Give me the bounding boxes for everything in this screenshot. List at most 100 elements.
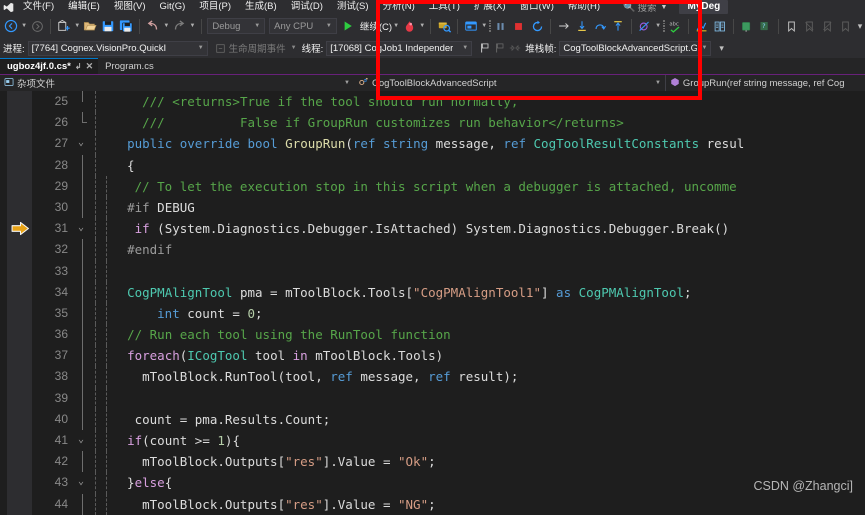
menu-window[interactable]: 窗口(W)	[513, 0, 561, 14]
menu-file[interactable]: 文件(F)	[16, 0, 61, 14]
code-line[interactable]: 37 foreach(ICogTool tool in mToolBlock.T…	[32, 345, 865, 367]
redo-chevron-icon[interactable]: ▼	[188, 15, 196, 37]
fold-margin[interactable]	[74, 387, 90, 409]
fold-margin[interactable]: ⌄	[74, 472, 90, 493]
window-layout-icon[interactable]	[462, 15, 480, 37]
fold-margin[interactable]	[74, 281, 90, 303]
code-line[interactable]: 30 #if DEBUG	[32, 196, 865, 219]
code-line[interactable]: 33	[32, 260, 865, 282]
step-out-icon[interactable]	[609, 15, 627, 37]
hot-reload-icon[interactable]	[400, 15, 418, 37]
flag-thread-icon[interactable]	[477, 37, 492, 59]
redo-icon[interactable]	[170, 15, 188, 37]
new-project-chevron-icon[interactable]: ▼	[73, 15, 81, 37]
memory-icon[interactable]	[711, 15, 729, 37]
close-tab-icon[interactable]: ✕	[86, 61, 94, 72]
fold-margin[interactable]	[74, 260, 90, 282]
continue-chevron-icon[interactable]: ▼	[392, 15, 400, 37]
menu-git[interactable]: Git(G)	[152, 0, 192, 14]
back-navigate-icon[interactable]	[2, 15, 20, 37]
spellcheck-icon[interactable]: abc	[666, 15, 684, 37]
chevron-down-icon[interactable]: ⌄	[78, 223, 84, 233]
fold-margin[interactable]: ⌄	[74, 133, 90, 154]
project-dropdown[interactable]: 杂项文件	[0, 75, 340, 92]
attach-process-icon[interactable]	[435, 15, 453, 37]
open-file-icon[interactable]	[81, 15, 99, 37]
immediate-window-icon[interactable]	[738, 15, 756, 37]
project-chevron-down-icon[interactable]: ▼	[340, 80, 354, 86]
step-arrow-icon[interactable]	[555, 15, 573, 37]
lifecycle-chevron-down-icon[interactable]: ▼	[291, 45, 297, 51]
breakpoint-disable-icon[interactable]	[636, 15, 654, 37]
code-line[interactable]: 28 {	[32, 154, 865, 176]
thread-dropdown[interactable]: [17068] CogJob1 Independer ▼	[326, 40, 473, 56]
code-line[interactable]: 43 ⌄ }else{	[32, 472, 865, 494]
tab-program-cs[interactable]: Program.cs	[98, 58, 159, 74]
fold-margin[interactable]	[74, 91, 90, 112]
undo-chevron-icon[interactable]: ▼	[162, 15, 170, 37]
code-line[interactable]: 40 count = pma.Results.Count;	[32, 408, 865, 430]
step-into-icon[interactable]	[573, 15, 591, 37]
code-line[interactable]: 34 CogPMAlignTool pma = mToolBlock.Tools…	[32, 281, 865, 303]
menu-tools[interactable]: 工具(T)	[422, 0, 467, 14]
save-icon[interactable]	[99, 15, 117, 37]
code-line[interactable]: 44 mToolBlock.Outputs["res"].Value = "NG…	[32, 493, 865, 515]
fold-margin[interactable]	[74, 493, 90, 515]
project-badge[interactable]: MyDeg	[679, 0, 729, 14]
search-box[interactable]: 🔍 搜索 ▼	[623, 0, 667, 15]
menu-build[interactable]: 生成(B)	[238, 0, 284, 14]
bookmark-clear-icon[interactable]	[837, 15, 855, 37]
fold-margin[interactable]	[74, 345, 90, 367]
fold-margin[interactable]	[74, 324, 90, 346]
stack-frame-dropdown[interactable]: CogToolBlockAdvancedScript.GroupR ▼	[559, 40, 712, 56]
continue-button-label[interactable]: 继续(C)	[360, 19, 392, 33]
code-line[interactable]: 35 int count = 0;	[32, 302, 865, 325]
code-line[interactable]: 39	[32, 387, 865, 409]
fold-margin[interactable]: ⌄	[74, 218, 90, 239]
new-project-icon[interactable]	[55, 15, 73, 37]
compare-icon[interactable]	[693, 15, 711, 37]
class-chevron-down-icon[interactable]: ▼	[651, 80, 665, 86]
toolbar-overflow-icon[interactable]: ▾	[855, 21, 865, 31]
process-dropdown[interactable]: [7764] Cognex.VisionPro.QuickI ▼	[27, 40, 208, 56]
menu-extensions[interactable]: 扩展(X)	[467, 0, 513, 14]
menu-help[interactable]: 帮助(H)	[561, 0, 607, 14]
save-all-icon[interactable]	[117, 15, 135, 37]
code-line[interactable]: 26 /// False if GroupRun customizes run …	[32, 112, 865, 134]
help-icon[interactable]: ?	[756, 15, 774, 37]
menu-debug[interactable]: 调试(D)	[284, 0, 330, 14]
menu-project[interactable]: 项目(P)	[192, 0, 238, 14]
back-navigate-chevron-icon[interactable]: ▼	[20, 15, 28, 37]
chevron-down-icon[interactable]: ⌄	[78, 138, 84, 148]
window-layout-chevron-icon[interactable]: ▼	[480, 15, 488, 37]
undo-icon[interactable]	[144, 15, 162, 37]
fold-margin[interactable]: ⌄	[74, 430, 90, 451]
bookmark-prev-icon[interactable]	[801, 15, 819, 37]
solution-configuration-dropdown[interactable]: Debug ▼	[207, 18, 266, 34]
breakpoint-chevron-icon[interactable]: ▼	[654, 15, 662, 37]
tab-ugboz4jf[interactable]: ugboz4jf.0.cs* ↲ ✕	[0, 58, 99, 74]
fold-margin[interactable]	[74, 175, 90, 197]
menu-analyze[interactable]: 分析(N)	[376, 0, 422, 14]
bookmark-icon[interactable]	[783, 15, 801, 37]
fold-margin[interactable]	[74, 302, 90, 325]
fold-margin[interactable]	[74, 239, 90, 261]
breakpoint-margin[interactable]	[7, 91, 32, 515]
pin-tab-icon[interactable]: ↲	[75, 62, 82, 71]
hot-reload-chevron-icon[interactable]: ▼	[418, 15, 426, 37]
menu-view[interactable]: 视图(V)	[107, 0, 153, 14]
code-line[interactable]: 25 /// <returns>True if the tool should …	[32, 91, 865, 113]
code-editor[interactable]: 25 /// <returns>True if the tool should …	[0, 91, 865, 515]
code-line[interactable]: 31 ⌄ if (System.Diagnostics.Debugger.IsAt…	[32, 218, 865, 240]
fold-margin[interactable]	[74, 196, 90, 219]
code-line[interactable]: 38 mToolBlock.RunTool(tool, ref message,…	[32, 366, 865, 388]
fold-margin[interactable]	[74, 154, 90, 176]
pause-icon[interactable]	[492, 15, 510, 37]
fold-margin[interactable]	[74, 451, 90, 473]
code-text-area[interactable]: 25 /// <returns>True if the tool should …	[32, 91, 865, 515]
code-line[interactable]: 32 #endif	[32, 239, 865, 261]
fold-margin[interactable]	[74, 408, 90, 430]
fold-margin[interactable]	[74, 112, 90, 133]
show-threads-icon[interactable]	[507, 37, 522, 59]
step-over-icon[interactable]	[591, 15, 609, 37]
